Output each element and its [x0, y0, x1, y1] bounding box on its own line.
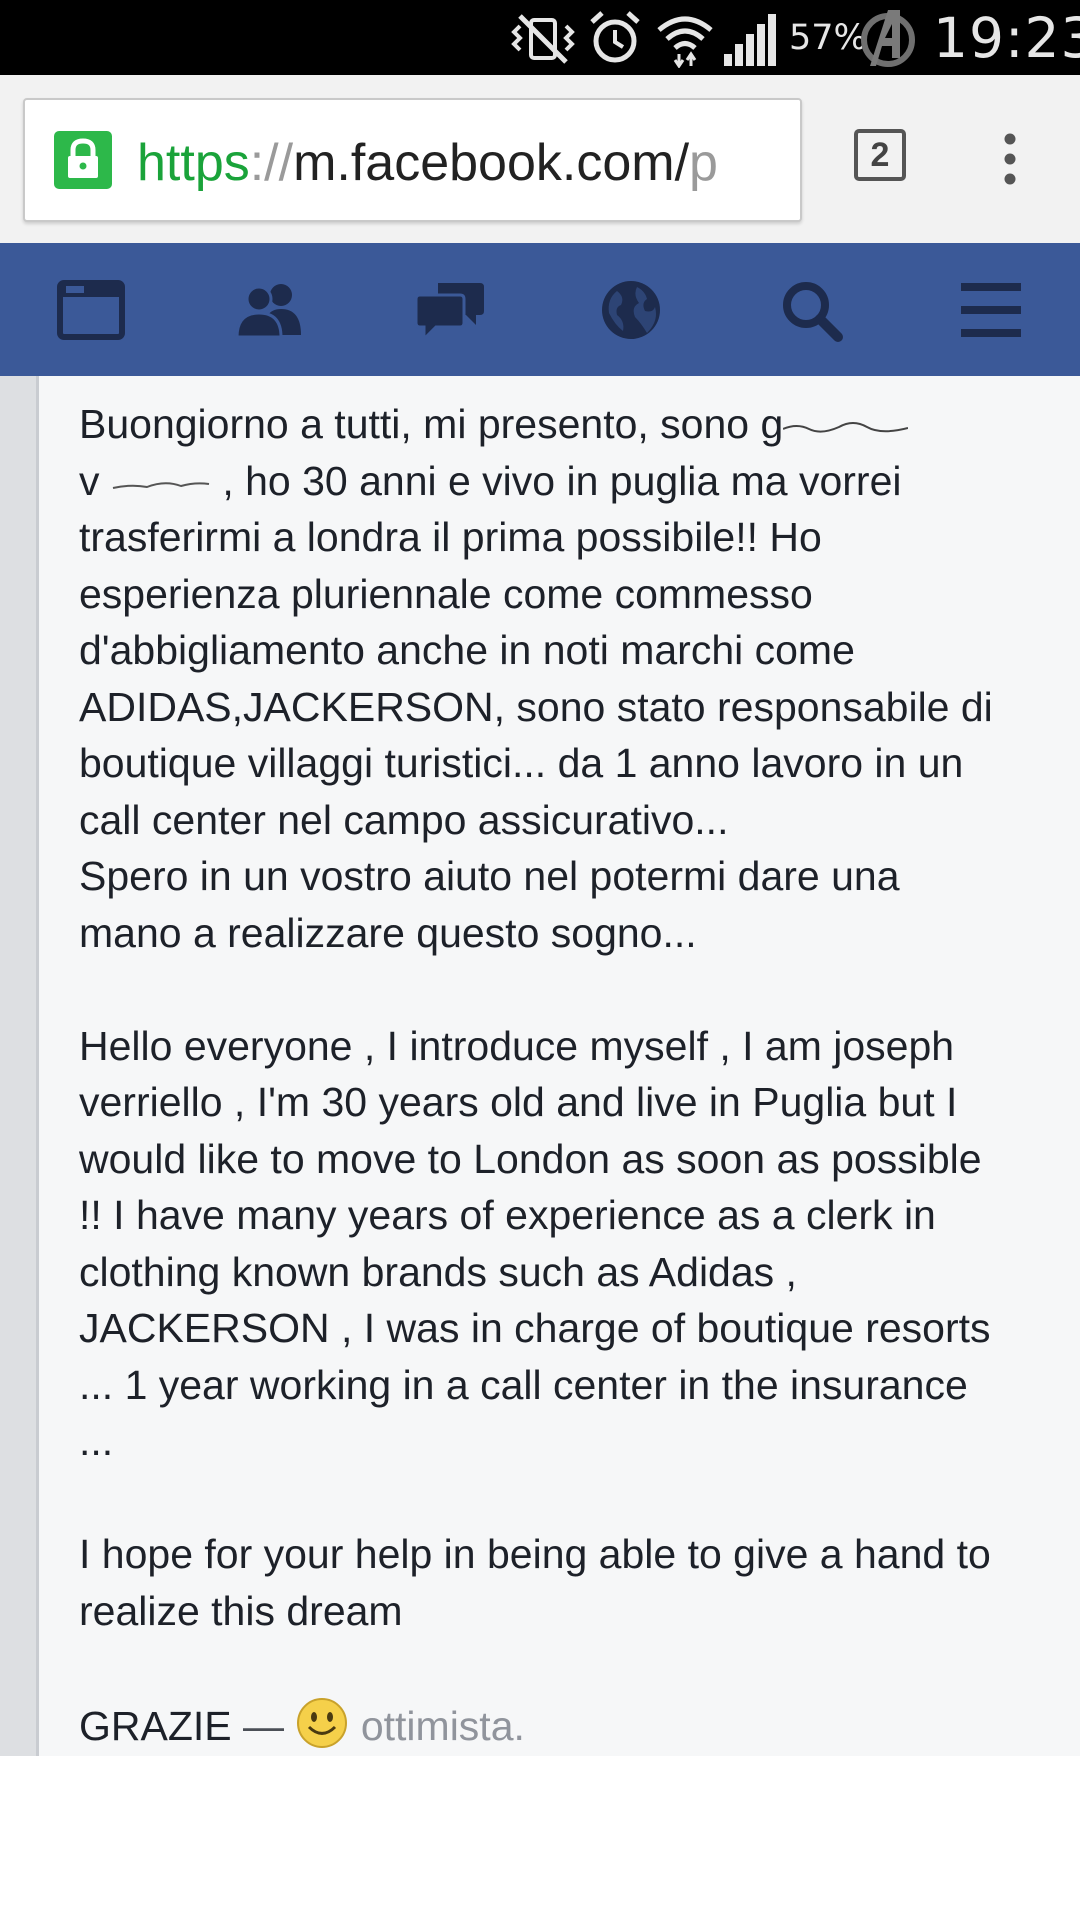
post-line: call center nel campo assicurativo... [79, 796, 729, 843]
feeling-dash: — [231, 1702, 296, 1749]
avengers-logo-icon [861, 10, 915, 67]
redaction-scribble [112, 481, 210, 489]
feeling-label[interactable]: ottimista. [361, 1703, 525, 1749]
url-scheme: https [137, 134, 250, 192]
secure-lock-icon[interactable] [54, 131, 112, 189]
post-line: !! I have many years of experience as a … [79, 1192, 936, 1238]
page-bottom-area [0, 1756, 1080, 1920]
post-line: ... [79, 1418, 114, 1464]
post-line: clothing known brands such as Adidas , [79, 1248, 797, 1295]
post-line: Spero in un vostro aiuto nel potermi dar… [79, 853, 900, 899]
post-line: ADIDAS,JACKERSON, sono stato responsabil… [79, 683, 993, 730]
url-fade [760, 100, 800, 220]
post-line: boutique villaggi turistici... da 1 anno… [79, 740, 964, 786]
post-line: verriello , I'm 30 years old and live in… [79, 1079, 958, 1125]
post-text: Buongiorno a tutti, mi presento, sono g … [79, 396, 1080, 1754]
url-host: m.facebook.com/ [293, 134, 690, 192]
notifications-globe-icon[interactable] [595, 277, 667, 343]
post-line: JACKERSON , I was in charge of boutique … [79, 1305, 991, 1351]
post-line: Hello everyone , I introduce myself , I … [79, 1022, 955, 1069]
post-line: would like to move to London as soon as … [79, 1135, 982, 1182]
post-line: I hope for your help in being able to gi… [79, 1531, 991, 1577]
alarm-icon [590, 11, 640, 63]
tab-count: 2 [870, 136, 890, 174]
url-text[interactable]: https://m.facebook.com/p [137, 128, 782, 198]
wifi-icon [657, 16, 713, 68]
quote-bar [0, 376, 39, 1756]
url-bar[interactable]: https://m.facebook.com/p [23, 98, 802, 222]
post-line: v , ho 30 anni e vivo in puglia ma vorre… [79, 457, 902, 504]
messages-icon[interactable] [414, 277, 486, 343]
overflow-menu-icon[interactable] [990, 131, 1030, 187]
post-line: Buongiorno a tutti, mi presento, sono g [79, 396, 1080, 453]
url-path: p [689, 134, 718, 192]
menu-icon[interactable] [955, 277, 1027, 343]
post-line: realize this dream [79, 1587, 403, 1634]
friends-icon[interactable] [233, 277, 305, 343]
post-line: esperienza pluriennale come commesso [79, 570, 813, 617]
vibrate-muted-icon [511, 14, 575, 64]
post-closing-line: GRAZIE — ottimista. [79, 1696, 1080, 1755]
url-separator: :// [249, 134, 294, 192]
post-line: ... 1 year working in a call center in t… [79, 1361, 968, 1408]
shared-post: Buongiorno a tutti, mi presento, sono g … [0, 376, 1080, 1756]
facebook-nav-bar [0, 243, 1080, 376]
closing-text: GRAZIE [79, 1702, 232, 1749]
signal-icon [724, 14, 776, 66]
post-line: mano a realizzare questo sogno... [79, 909, 697, 956]
status-bar: 57% 19:23 [0, 0, 1080, 75]
browser-toolbar: https://m.facebook.com/p 2 [0, 75, 1080, 243]
tab-switcher-button[interactable]: 2 [854, 129, 906, 181]
redaction-scribble [783, 422, 909, 433]
post-line: d'abbigliamento anche in noti marchi com… [79, 627, 855, 673]
news-feed-icon[interactable] [56, 277, 128, 343]
clock: 19:23 [933, 6, 1080, 70]
search-icon[interactable] [776, 277, 848, 343]
smiley-face-icon [297, 1697, 348, 1748]
post-line: trasferirmi a londra il prima possibile!… [79, 514, 822, 560]
